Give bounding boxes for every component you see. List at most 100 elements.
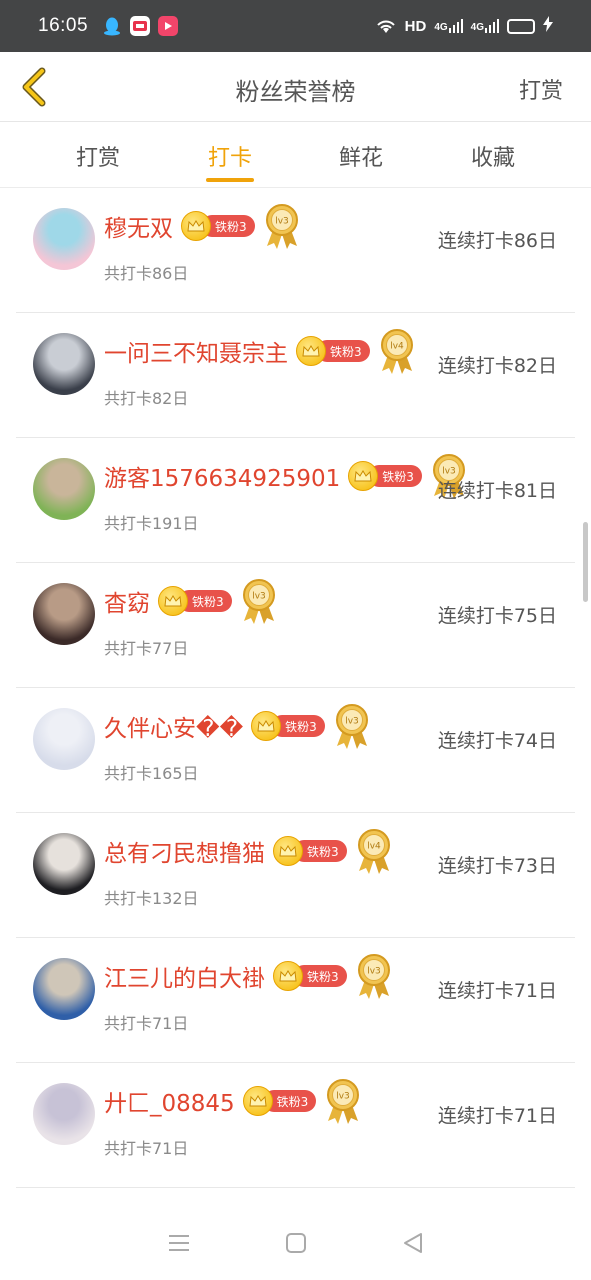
sim1-label: 4G <box>434 22 448 33</box>
medal-icon: lv3 <box>324 1077 362 1125</box>
crown-icon <box>273 836 303 866</box>
back-nav-button[interactable] <box>391 1221 435 1265</box>
tab-flowers[interactable]: 鲜花 <box>311 140 411 172</box>
scrollbar[interactable] <box>583 522 588 602</box>
fan-list[interactable]: 穆无双 铁粉3 lv3 共打卡86日 连续打卡86日 一问三不知聂宗主 铁粉3 … <box>0 188 591 1206</box>
tab-reward[interactable]: 打赏 <box>48 140 148 172</box>
page-title: 粉丝荣誉榜 <box>235 78 356 106</box>
streak-days: 连续打卡75日 <box>437 605 557 627</box>
menu-button[interactable] <box>157 1221 201 1265</box>
tab-label: 鲜花 <box>338 146 383 171</box>
user-name[interactable]: 廾匚_08845 <box>104 1084 235 1118</box>
medal-level: lv3 <box>442 467 456 477</box>
user-name[interactable]: 杳窈 <box>104 584 150 618</box>
fan-row[interactable] <box>0 1188 591 1206</box>
medal-level: lv4 <box>390 342 404 352</box>
name-row: 游客1576634925901 铁粉3 lv3 <box>104 454 468 499</box>
checkin-total: 共打卡82日 <box>104 389 189 408</box>
fan-row[interactable]: 游客1576634925901 铁粉3 lv3 共打卡191日 连续打卡81日 <box>0 438 591 563</box>
name-row: 江三儿的白大褂 铁粉3 lv3 <box>104 954 393 999</box>
checkin-total: 共打卡191日 <box>104 514 199 533</box>
medal-icon: lv3 <box>355 952 393 1000</box>
medal-level: lv3 <box>275 217 289 227</box>
checkin-total: 共打卡77日 <box>104 639 189 658</box>
fan-row[interactable]: 一问三不知聂宗主 铁粉3 lv4 共打卡82日 连续打卡82日 <box>0 313 591 438</box>
fan-row[interactable]: 杳窈 铁粉3 lv3 共打卡77日 连续打卡75日 <box>0 563 591 688</box>
reward-button[interactable]: 打赏 <box>519 73 563 105</box>
medal-level: lv3 <box>345 717 359 727</box>
streak-days: 连续打卡81日 <box>437 480 557 502</box>
play-app-icon <box>158 16 179 36</box>
name-row: 廾匚_08845 铁粉3 lv3 <box>104 1079 362 1124</box>
medal-icon: lv4 <box>355 827 393 875</box>
signal-icon <box>485 19 499 33</box>
crown-icon <box>348 461 379 491</box>
avatar[interactable] <box>33 1083 95 1145</box>
crown-icon <box>296 336 326 366</box>
system-nav-bar <box>0 1206 591 1280</box>
avatar[interactable] <box>33 583 95 645</box>
home-button[interactable] <box>274 1221 318 1265</box>
medal-icon: lv3 <box>240 577 278 625</box>
medal-level: lv3 <box>367 967 381 977</box>
name-row: 总有刁民想撸猫 铁粉3 lv4 <box>104 829 393 874</box>
menu-icon <box>168 1235 189 1251</box>
crown-icon <box>273 961 303 991</box>
fan-badge: 铁粉3 <box>158 586 232 616</box>
fan-badge: 铁粉3 <box>273 961 347 991</box>
fan-badge: 铁粉3 <box>296 336 370 366</box>
nav-bar: 粉丝荣誉榜 打赏 <box>0 52 591 122</box>
medal-icon: lv3 <box>333 702 371 750</box>
medal-level: lv4 <box>367 842 381 852</box>
avatar[interactable] <box>33 833 95 895</box>
fan-row[interactable]: 总有刁民想撸猫 铁粉3 lv4 共打卡132日 连续打卡73日 <box>0 813 591 938</box>
user-name[interactable]: 总有刁民想撸猫 <box>104 834 265 868</box>
user-name[interactable]: 久伴心安�� <box>104 709 243 743</box>
name-row: 穆无双 铁粉3 lv3 <box>104 204 301 249</box>
fan-badge: 铁粉3 <box>181 211 255 241</box>
user-name[interactable]: 一问三不知聂宗主 <box>104 334 288 368</box>
tab-indicator <box>206 178 254 182</box>
crown-icon <box>242 1086 273 1116</box>
medal-level: lv3 <box>337 1092 351 1102</box>
fan-badge: 铁粉3 <box>242 1086 317 1116</box>
fan-row[interactable]: 穆无双 铁粉3 lv3 共打卡86日 连续打卡86日 <box>0 188 591 313</box>
checkin-total: 共打卡165日 <box>104 764 199 783</box>
user-name[interactable]: 江三儿的白大褂 <box>104 959 265 993</box>
streak-days: 连续打卡82日 <box>437 355 557 377</box>
fan-row[interactable]: 廾匚_08845 铁粉3 lv3 共打卡71日 连续打卡71日 <box>0 1063 591 1188</box>
sim2-label: 4G <box>470 22 484 33</box>
user-name[interactable]: 游客1576634925901 <box>104 459 340 493</box>
name-row: 久伴心安�� 铁粉3 lv3 <box>104 704 371 749</box>
avatar[interactable] <box>33 458 95 520</box>
name-row: 一问三不知聂宗主 铁粉3 lv4 <box>104 329 416 374</box>
streak-days: 连续打卡86日 <box>437 230 557 252</box>
crown-icon <box>251 711 282 741</box>
fan-badge: 铁粉3 <box>251 711 325 741</box>
checkin-total: 共打卡71日 <box>104 1139 189 1158</box>
tab-checkin[interactable]: 打卡 <box>180 140 280 182</box>
user-name[interactable]: 穆无双 <box>104 209 173 243</box>
qq-icon <box>102 16 122 36</box>
tab-favorites[interactable]: 收藏 <box>443 140 543 172</box>
video-app-icon <box>130 16 151 36</box>
crown-icon <box>158 586 188 616</box>
avatar[interactable] <box>33 333 95 395</box>
avatar[interactable] <box>33 208 95 270</box>
crown-icon <box>181 211 211 241</box>
status-time: 16:05 <box>38 15 89 36</box>
avatar[interactable] <box>33 958 95 1020</box>
fan-row[interactable]: 江三儿的白大褂 铁粉3 lv3 共打卡71日 连续打卡71日 <box>0 938 591 1063</box>
status-bar: 16:05 HD 4G 4G <box>0 0 591 52</box>
medal-level: lv3 <box>252 592 266 602</box>
battery-icon <box>507 18 535 34</box>
charging-icon <box>543 15 553 37</box>
medal-icon: lv4 <box>378 327 416 375</box>
status-indicators: HD 4G 4G <box>375 15 553 37</box>
fan-row[interactable]: 久伴心安�� 铁粉3 lv3 共打卡165日 连续打卡74日 <box>0 688 591 813</box>
streak-days: 连续打卡73日 <box>437 855 557 877</box>
hd-label: HD <box>404 17 427 35</box>
avatar[interactable] <box>33 708 95 770</box>
streak-days: 连续打卡71日 <box>437 980 557 1002</box>
checkin-total: 共打卡86日 <box>104 264 189 283</box>
